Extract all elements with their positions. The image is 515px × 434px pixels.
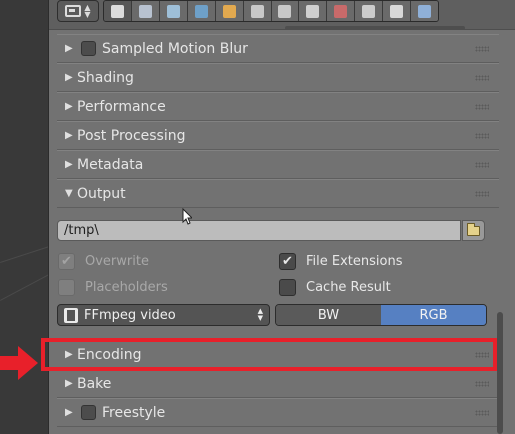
drag-handle-icon[interactable] — [475, 104, 489, 110]
tab-constraints[interactable] — [243, 1, 272, 21]
color-mode-bw-button[interactable]: BW — [276, 305, 381, 325]
panel-title: Sampled Motion Blur — [102, 40, 248, 57]
film-icon — [64, 307, 78, 323]
file-format-dropdown[interactable]: FFmpeg video ▲ ▼ — [57, 304, 270, 326]
red-pointer-arrow-icon — [0, 346, 38, 380]
color-mode-toggle: BW RGB — [275, 304, 487, 326]
folder-icon — [467, 222, 480, 236]
panel-title: Post Processing — [77, 127, 186, 144]
file-extensions-checkbox[interactable]: ✔ File Extensions — [279, 251, 402, 271]
panel-bake[interactable]: ▶ Bake — [57, 369, 499, 398]
data-icon — [306, 4, 320, 18]
panel-title: Bake — [77, 375, 112, 392]
drag-handle-icon[interactable] — [475, 133, 489, 139]
collapsed-triangle-icon: ▶ — [65, 407, 73, 418]
tab-texture[interactable] — [355, 1, 384, 21]
drag-handle-icon[interactable] — [475, 191, 489, 197]
world-icon — [194, 4, 208, 18]
file-format-value: FFmpeg video — [84, 307, 176, 323]
tab-scene[interactable] — [159, 1, 188, 21]
collapsed-triangle-icon: ▶ — [65, 43, 73, 54]
collapsed-triangle-icon: ▶ — [65, 101, 73, 112]
expanded-triangle-icon: ▼ — [65, 188, 73, 199]
output-path-field[interactable]: /tmp\ — [57, 220, 461, 241]
file-extensions-label: File Extensions — [306, 253, 403, 269]
checkmark-icon: ✔ — [279, 252, 296, 270]
collapsed-triangle-icon: ▶ — [65, 130, 73, 141]
viewport-grid-line — [0, 271, 48, 301]
panel-output[interactable]: ▼ Output — [57, 179, 499, 208]
panel-title: Metadata — [77, 156, 144, 173]
up-down-arrows-icon: ▲ ▼ — [84, 3, 91, 19]
panel-metadata[interactable]: ▶ Metadata — [57, 150, 499, 179]
physics-icon — [418, 4, 432, 18]
cache-result-checkbox[interactable]: Cache Result — [279, 277, 391, 297]
constraints-icon — [250, 4, 264, 18]
drag-handle-icon[interactable] — [475, 162, 489, 168]
particles-icon — [390, 4, 404, 18]
encoding-highlight-box — [41, 338, 497, 371]
collapsed-triangle-icon: ▶ — [65, 378, 73, 389]
placeholders-checkbox[interactable]: Placeholders — [58, 277, 168, 297]
panel-performance[interactable]: ▶ Performance — [57, 92, 499, 121]
tab-modifiers[interactable] — [271, 1, 300, 21]
material-icon — [334, 4, 348, 18]
tab-physics[interactable] — [411, 1, 438, 21]
overwrite-label: Overwrite — [85, 253, 149, 269]
placeholders-label: Placeholders — [85, 279, 168, 295]
drag-handle-icon[interactable] — [475, 410, 489, 416]
tab-data[interactable] — [299, 1, 328, 21]
color-mode-rgb-button[interactable]: RGB — [381, 305, 486, 325]
panel-post-processing[interactable]: ▶ Post Processing — [57, 121, 499, 150]
tab-render[interactable] — [104, 1, 132, 21]
panel-freestyle[interactable]: ▶ Freestyle — [57, 398, 499, 427]
cache-result-label: Cache Result — [306, 279, 391, 295]
properties-editor-icon — [65, 5, 82, 17]
tab-render-layers[interactable] — [131, 1, 160, 21]
properties-header: ▲ ▼ — [49, 0, 515, 30]
render-icon — [110, 4, 124, 18]
up-down-arrows-icon: ▲ ▼ — [257, 307, 263, 322]
panel-title: Output — [77, 185, 126, 202]
header-strip — [285, 26, 465, 30]
overwrite-checkbox[interactable]: ✔ Overwrite — [58, 251, 149, 271]
tab-material[interactable] — [327, 1, 356, 21]
panel-sampled-motion-blur[interactable]: ▶ Sampled Motion Blur — [57, 34, 499, 63]
viewport-grid-line — [0, 243, 48, 263]
drag-handle-icon[interactable] — [475, 381, 489, 387]
collapsed-triangle-icon: ▶ — [65, 159, 73, 170]
render-layers-icon — [138, 4, 152, 18]
panel-scrollbar[interactable] — [497, 312, 503, 434]
collapsed-triangle-icon: ▶ — [65, 72, 73, 83]
browse-folder-button[interactable] — [462, 220, 485, 241]
checkmark-icon: ✔ — [58, 252, 75, 270]
output-path-value: /tmp\ — [64, 223, 99, 238]
editor-type-menu[interactable]: ▲ ▼ — [57, 0, 99, 22]
panel-title: Performance — [77, 98, 166, 115]
drag-handle-icon[interactable] — [475, 75, 489, 81]
texture-icon — [362, 4, 376, 18]
context-tabs — [103, 0, 439, 22]
scene-icon — [166, 4, 180, 18]
tab-world[interactable] — [187, 1, 216, 21]
panel-title: Shading — [77, 69, 134, 86]
panel-shading[interactable]: ▶ Shading — [57, 63, 499, 92]
drag-handle-icon[interactable] — [475, 46, 489, 52]
tab-particles[interactable] — [383, 1, 412, 21]
motion-blur-checkbox[interactable] — [81, 41, 96, 56]
checkbox-box — [279, 278, 296, 296]
checkbox-box — [58, 278, 75, 296]
panel-title: Freestyle — [102, 404, 166, 421]
modifiers-icon — [278, 4, 292, 18]
freestyle-checkbox[interactable] — [81, 405, 96, 420]
object-icon — [222, 4, 236, 18]
mouse-cursor-icon — [182, 208, 192, 225]
tab-object[interactable] — [215, 1, 244, 21]
